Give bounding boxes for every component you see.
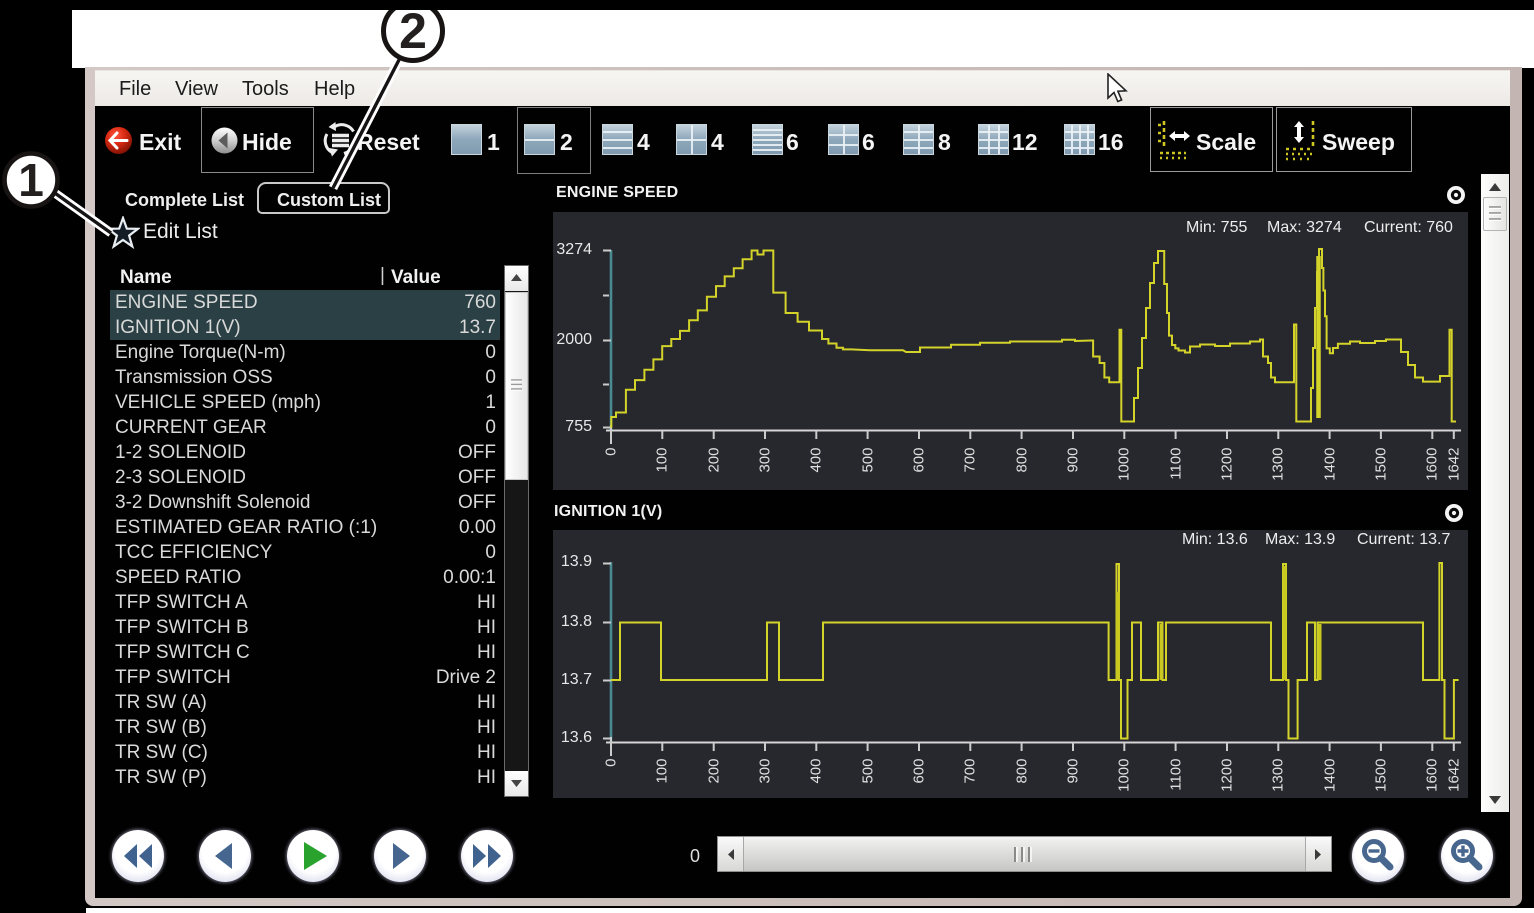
svg-text:2: 2 (399, 3, 427, 59)
svg-text:1: 1 (18, 154, 44, 206)
